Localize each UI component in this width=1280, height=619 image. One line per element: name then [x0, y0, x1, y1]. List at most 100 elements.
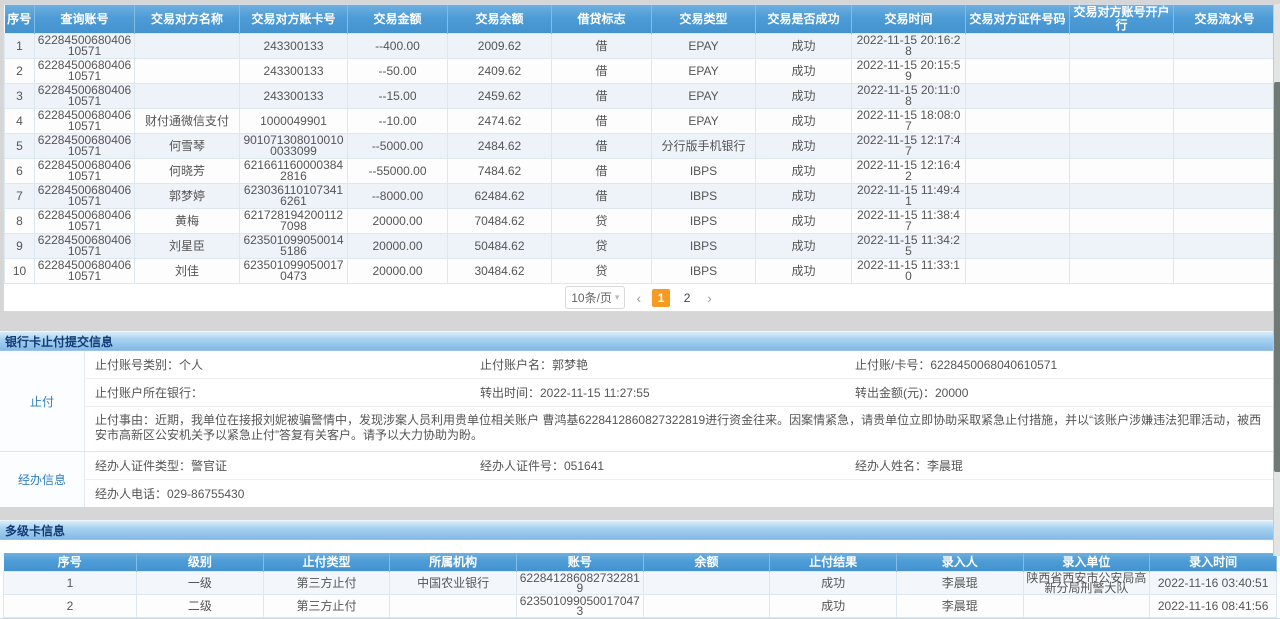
prev-page-button[interactable]: ‹ [633, 290, 644, 306]
table-cell: 3 [5, 84, 35, 109]
table-cell: 何晓芳 [135, 159, 240, 184]
table-cell: 李晨琨 [896, 594, 1023, 617]
table-cell: 借 [552, 84, 652, 109]
table-cell: 5 [5, 134, 35, 159]
table-cell: 成功 [770, 571, 897, 594]
table-row: 2二级第三方止付6235010990500170473成功李晨琨2022-11-… [4, 594, 1277, 617]
table-cell: 2 [4, 594, 137, 617]
table-cell: --400.00 [348, 34, 448, 59]
table-cell: 刘佳 [135, 259, 240, 284]
column-header: 录入人 [896, 553, 1023, 571]
table-cell: 20000.00 [348, 259, 448, 284]
scrollbar[interactable] [1273, 4, 1280, 556]
table-cell: 借 [552, 109, 652, 134]
table-cell: 6235010990500170473 [516, 594, 643, 617]
table-cell: 分行版手机银行 [652, 134, 756, 159]
table-cell: 借 [552, 134, 652, 159]
table-cell: 成功 [770, 594, 897, 617]
table-cell: 成功 [756, 184, 852, 209]
table-cell: 70484.62 [448, 209, 552, 234]
multi-card-table: 序号级别止付类型所属机构账号余额止付结果录入人录入单位录入时间 1一级第三方止付… [3, 553, 1277, 618]
table-cell [135, 84, 240, 109]
field-transfer-amount: 转出金额(元)：20000 [855, 386, 1266, 400]
table-cell [1070, 184, 1174, 209]
stop-payment-section-body: 止付 止付账号类别：个人 止付账户名：郭梦艳 止付账/卡号：6228450068… [0, 351, 1280, 508]
table-cell: 李晨琨 [896, 571, 1023, 594]
table-cell [966, 259, 1070, 284]
table-cell: 1000049901 [240, 109, 348, 134]
table-cell [1174, 84, 1276, 109]
column-header: 交易时间 [852, 5, 966, 34]
column-header: 交易金额 [348, 5, 448, 34]
field-handler-name: 经办人姓名：李晨琨 [855, 459, 1266, 473]
table-cell: 成功 [756, 159, 852, 184]
table-cell [1070, 84, 1174, 109]
table-cell: 1 [5, 34, 35, 59]
field-stop-account-name: 止付账户名：郭梦艳 [480, 358, 855, 372]
field-handler-phone: 经办人电话：029-86755430 [95, 487, 480, 501]
table-cell: 成功 [756, 109, 852, 134]
stop-payment-group: 止付 止付账号类别：个人 止付账户名：郭梦艳 止付账/卡号：6228450068… [0, 351, 1280, 452]
table-cell: 6228450068040610571 [35, 84, 135, 109]
table-cell: 6228450068040610571 [35, 159, 135, 184]
page-1-button[interactable]: 1 [652, 289, 670, 307]
table-cell: 2022-11-16 08:41:56 [1150, 594, 1277, 617]
table-row: 106228450068040610571刘佳62350109905001704… [5, 259, 1276, 284]
stop-payment-section: 银行卡止付提交信息 止付 止付账号类别：个人 止付账户名：郭梦艳 止付账/卡号：… [0, 331, 1280, 508]
table-cell [135, 59, 240, 84]
column-header: 余额 [643, 553, 770, 571]
table-cell: 第三方止付 [263, 594, 390, 617]
table-row: 26228450068040610571243300133--50.002409… [5, 59, 1276, 84]
field-stop-card-no: 止付账/卡号：6228450068040610571 [855, 358, 1266, 372]
table-cell: 借 [552, 59, 652, 84]
table-cell [966, 109, 1070, 134]
table-cell: 陕西省西安市公安局高新分局刑警大队 [1023, 571, 1150, 594]
field-stop-reason: 止付事由：近期，我单位在接报刘妮被骗警情中，发现涉案人员利用贵单位相关账户 曹鸿… [85, 406, 1280, 451]
multi-card-section: 多级卡信息 序号级别止付类型所属机构账号余额止付结果录入人录入单位录入时间 1一… [0, 520, 1280, 619]
table-cell: --5000.00 [348, 134, 448, 159]
table-row: 76228450068040610571郭梦婷62303611010734162… [5, 184, 1276, 209]
column-header: 级别 [137, 553, 264, 571]
table-cell: IBPS [652, 209, 756, 234]
table-cell [1174, 59, 1276, 84]
page-size-select[interactable]: 10条/页 ▾ [565, 286, 625, 309]
table-cell: 成功 [756, 84, 852, 109]
table-cell: 243300133 [240, 34, 348, 59]
column-header: 止付结果 [770, 553, 897, 571]
scrollbar-thumb[interactable] [1274, 82, 1280, 472]
table-cell [1070, 259, 1174, 284]
table-cell: 财付通微信支付 [135, 109, 240, 134]
table-cell: 2022-11-15 11:38:47 [852, 209, 966, 234]
table-cell [1174, 184, 1276, 209]
pagination: 10条/页 ▾ ‹ 1 2 › [4, 284, 1276, 311]
table-cell: 10 [5, 259, 35, 284]
multi-card-table-header: 序号级别止付类型所属机构账号余额止付结果录入人录入单位录入时间 [4, 553, 1277, 571]
column-header: 借贷标志 [552, 5, 652, 34]
table-cell: IBPS [652, 234, 756, 259]
table-cell: 2022-11-15 11:49:41 [852, 184, 966, 209]
table-cell: --50.00 [348, 59, 448, 84]
transactions-table: 序号查询账号交易对方名称交易对方账卡号交易金额交易余额借贷标志交易类型交易是否成… [4, 5, 1276, 284]
table-cell: 郭梦婷 [135, 184, 240, 209]
table-cell: 6217281942001127098 [240, 209, 348, 234]
next-page-button[interactable]: › [704, 290, 715, 306]
table-cell: 62484.62 [448, 184, 552, 209]
table-cell: 6216611600003842816 [240, 159, 348, 184]
table-row: 46228450068040610571财付通微信支付1000049901--1… [5, 109, 1276, 134]
table-cell: 8 [5, 209, 35, 234]
table-cell [1174, 259, 1276, 284]
stop-payment-group-label: 止付 [0, 351, 85, 451]
column-header: 序号 [4, 553, 137, 571]
table-cell: 6228450068040610571 [35, 209, 135, 234]
table-cell: 2022-11-15 20:11:08 [852, 84, 966, 109]
column-header: 序号 [5, 5, 35, 34]
table-cell: 2022-11-15 20:15:59 [852, 59, 966, 84]
field-transfer-time: 转出时间：2022-11-15 11:27:55 [480, 386, 855, 400]
page-2-button[interactable]: 2 [678, 289, 696, 307]
table-cell [966, 159, 1070, 184]
table-cell: 成功 [756, 234, 852, 259]
table-cell [966, 184, 1070, 209]
column-header: 录入单位 [1023, 553, 1150, 571]
table-row: 56228450068040610571何雪琴90107130801001000… [5, 134, 1276, 159]
table-row: 86228450068040610571黄梅621728194200112709… [5, 209, 1276, 234]
